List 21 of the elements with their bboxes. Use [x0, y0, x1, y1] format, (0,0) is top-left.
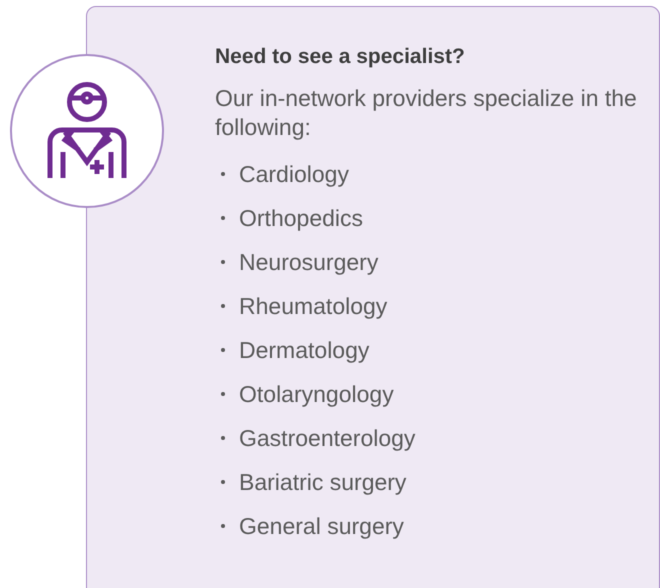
specialty-item: Neurosurgery [239, 248, 378, 278]
intro-text: Our in-network providers specialize in the following: [215, 84, 638, 142]
bullet-icon [221, 260, 225, 264]
bullet-icon [221, 216, 225, 220]
specialty-item: Rheumatology [239, 292, 388, 322]
card-heading: Need to see a specialist? [215, 44, 466, 70]
bullet-icon [221, 348, 225, 352]
specialty-item: Dermatology [239, 336, 370, 366]
bullet-icon [221, 436, 225, 440]
bullet-icon [221, 304, 225, 308]
specialty-item: Gastroenterology [239, 424, 416, 454]
specialty-item: Cardiology [239, 160, 349, 190]
specialty-item: Bariatric surgery [239, 468, 406, 498]
bullet-icon [221, 524, 225, 528]
specialty-item: General surgery [239, 512, 404, 542]
bullet-icon [221, 392, 225, 396]
specialty-item: Orthopedics [239, 204, 364, 234]
doctor-icon [47, 82, 127, 180]
bullet-icon [221, 480, 225, 484]
specialty-item: Otolaryngology [239, 380, 394, 410]
bullet-icon [221, 172, 225, 176]
